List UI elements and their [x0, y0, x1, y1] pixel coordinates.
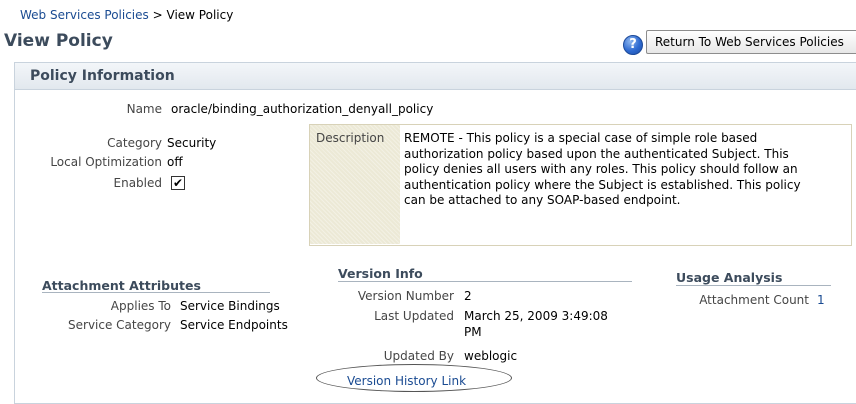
last-updated-label: Last Updated — [374, 309, 454, 323]
version-number-label: Version Number — [357, 289, 454, 303]
service-category-label: Service Category — [68, 318, 171, 332]
page-title: View Policy — [4, 31, 113, 51]
breadcrumb: Web Services Policies > View Policy — [20, 8, 233, 22]
version-number-value: 2 — [464, 289, 472, 303]
description-label: Description — [316, 131, 385, 145]
version-info-title: Version Info — [338, 266, 423, 281]
name-label: Name — [126, 102, 162, 116]
last-updated-value: March 25, 2009 3:49:08 — [464, 309, 608, 323]
attachment-count-link[interactable]: 1 — [817, 293, 825, 307]
applies-to-label: Applies To — [110, 299, 171, 313]
return-to-web-services-policies-button[interactable]: Return To Web Services Policies — [646, 30, 856, 54]
updated-by-value: weblogic — [464, 349, 518, 363]
breadcrumb-current: View Policy — [166, 8, 234, 22]
updated-by-label: Updated By — [383, 349, 454, 363]
category-label: Category — [107, 136, 162, 150]
usage-analysis-title: Usage Analysis — [676, 270, 783, 285]
applies-to-value: Service Bindings — [180, 299, 280, 313]
breadcrumb-link-web-services-policies[interactable]: Web Services Policies — [20, 8, 149, 22]
local-optimization-value: off — [167, 155, 183, 169]
description-text: REMOTE - This policy is a special case o… — [404, 131, 801, 207]
panel-title: Policy Information — [30, 68, 175, 84]
enabled-label: Enabled — [113, 176, 163, 190]
help-icon[interactable]: ? — [623, 35, 643, 55]
highlight-ellipse — [316, 364, 512, 392]
attachment-attributes-title: Attachment Attributes — [42, 278, 201, 293]
service-category-value: Service Endpoints — [180, 318, 288, 332]
usage-analysis-divider — [676, 285, 831, 286]
version-info-divider — [338, 281, 632, 282]
breadcrumb-separator: > — [152, 8, 163, 22]
enabled-checkbox: ✔ — [171, 176, 185, 190]
category-value: Security — [167, 136, 217, 150]
attachment-attributes-divider — [42, 292, 270, 293]
policy-name-value: oracle/binding_authorization_denyall_pol… — [171, 102, 434, 116]
last-updated-value-line2: PM — [464, 325, 482, 339]
local-optimization-label: Local Optimization — [50, 155, 162, 169]
attachment-count-label: Attachment Count — [699, 293, 809, 307]
